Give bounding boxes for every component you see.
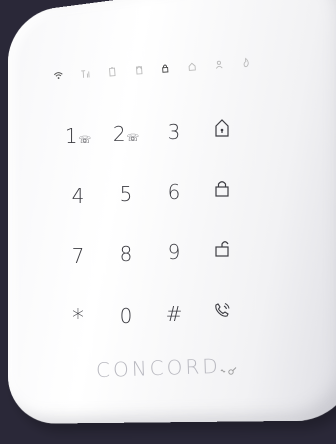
signal-icon — [79, 67, 92, 80]
key-4[interactable]: 4 — [60, 178, 96, 214]
key-label: 4 — [71, 184, 85, 208]
key-label: 2 — [112, 122, 126, 146]
key-label: 5 — [119, 182, 133, 206]
key-5[interactable]: 5 — [108, 176, 144, 212]
key-label: 1 — [64, 124, 78, 148]
battery-icon — [106, 65, 119, 78]
phone-small-icon: ☏ — [78, 134, 92, 146]
key-1[interactable]: 1 ☏ — [60, 118, 96, 154]
proximity-tag-icon — [220, 361, 238, 380]
key-hash[interactable]: # — [156, 296, 192, 332]
key-label: 3 — [167, 120, 181, 144]
unlock-open-icon — [213, 238, 231, 263]
scene: 1 ☏ 2 ☏ 3 4 5 6 7 8 9 * 0 # CONCORD — [0, 0, 336, 444]
door-icon — [132, 64, 145, 77]
home-icon — [186, 60, 199, 73]
key-3[interactable]: 3 — [156, 114, 192, 150]
brand-logo: CONCORD — [95, 353, 222, 383]
key-0[interactable]: 0 — [108, 298, 144, 334]
key-star[interactable]: * — [60, 300, 96, 336]
key-label: 9 — [167, 240, 181, 264]
key-label: # — [165, 302, 183, 326]
home-lock-icon — [213, 118, 231, 143]
key-9[interactable]: 9 — [156, 234, 192, 270]
phone-small-icon: ☏ — [126, 132, 140, 144]
key-label: 0 — [119, 304, 133, 328]
key-call[interactable] — [204, 294, 240, 330]
key-6[interactable]: 6 — [156, 174, 192, 210]
wifi-icon — [52, 69, 65, 82]
fire-icon — [239, 56, 252, 69]
key-8[interactable]: 8 — [108, 236, 144, 272]
key-label: * — [72, 304, 84, 332]
key-home-lock[interactable] — [204, 112, 240, 148]
lock-closed-icon — [159, 62, 172, 75]
key-unlock[interactable] — [204, 232, 240, 268]
key-label: 6 — [167, 180, 181, 204]
phone-call-icon — [212, 300, 232, 325]
key-2[interactable]: 2 ☏ — [108, 116, 144, 152]
key-label: 7 — [71, 244, 85, 268]
key-label: 8 — [119, 242, 133, 266]
unlock-icon — [213, 178, 231, 203]
person-icon — [213, 58, 226, 71]
key-7[interactable]: 7 — [60, 238, 96, 274]
key-lock[interactable] — [204, 172, 240, 208]
